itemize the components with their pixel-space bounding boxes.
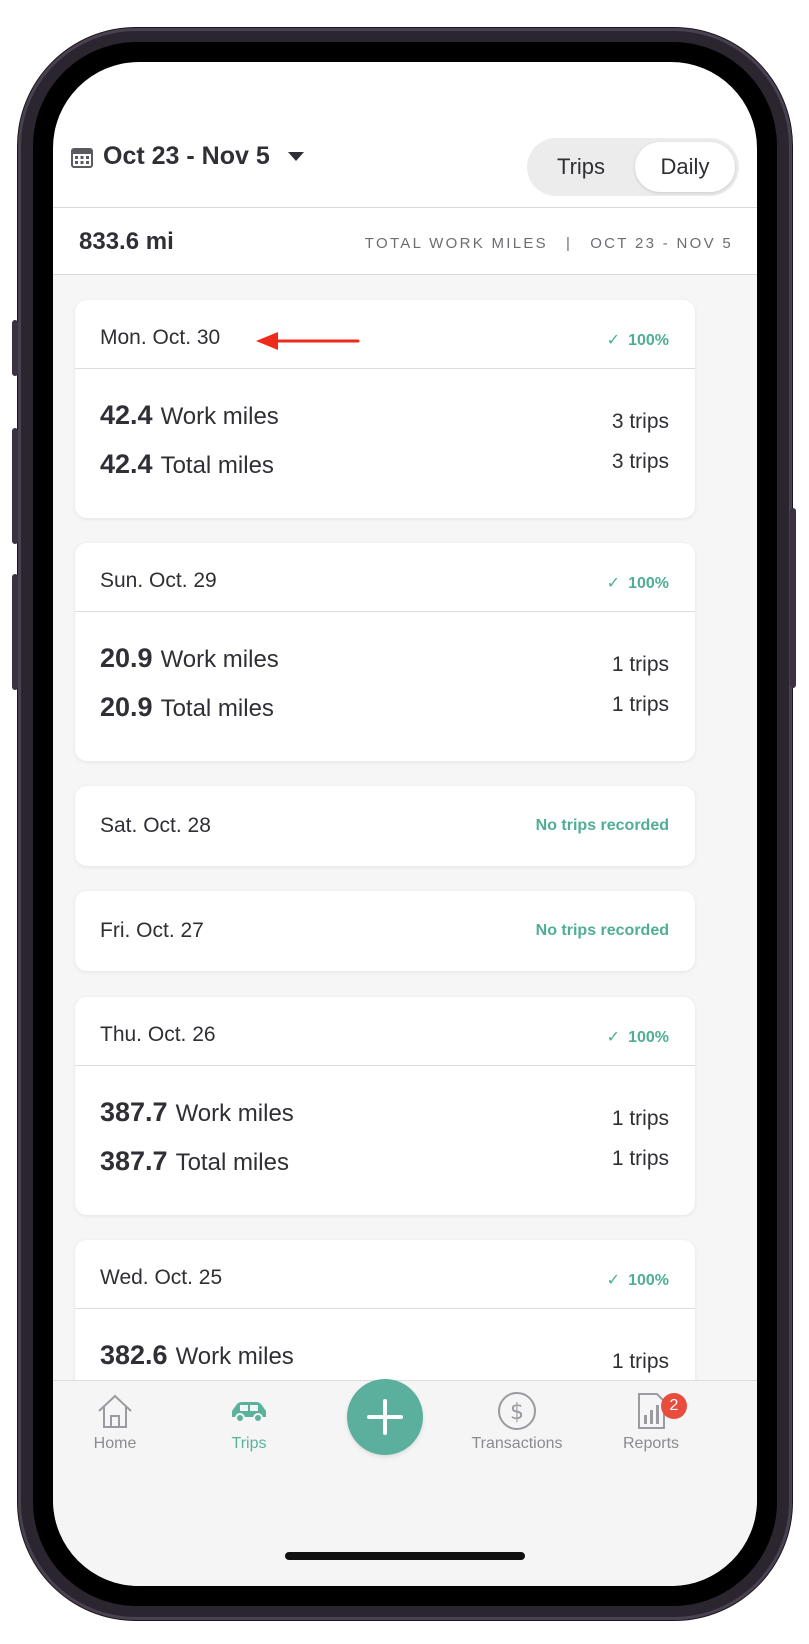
- day-card[interactable]: Mon. Oct. 30 ✓ 100% 42.4 Work miles 3 trip…: [75, 300, 695, 518]
- tab-trips-label: Trips: [231, 1435, 267, 1452]
- work-miles-row: 382.6 Work miles: [100, 1340, 294, 1370]
- check-icon: ✓: [606, 332, 621, 349]
- day-card[interactable]: Sat. Oct. 28 No trips recorded: [75, 786, 695, 866]
- no-trips-status: No trips recorded: [535, 817, 669, 834]
- work-percent: ✓ 100%: [606, 332, 669, 349]
- view-toggle: Trips Daily: [527, 138, 739, 196]
- tab-home-label: Home: [93, 1435, 137, 1452]
- work-trips-count: 1 trips: [611, 653, 669, 676]
- summary-title: TOTAL WORK MILES: [364, 235, 548, 252]
- day-label: Thu. Oct. 26: [100, 1023, 216, 1046]
- volume-down-button: [12, 574, 18, 690]
- day-card-header: Sat. Oct. 28 No trips recorded: [75, 786, 695, 866]
- total-work-miles-value: 833.6 mi: [79, 228, 174, 255]
- day-card[interactable]: Sun. Oct. 29 ✓ 100% 20.9 Work miles 1 trip…: [75, 543, 695, 761]
- day-card-header: Thu. Oct. 26 ✓ 100%: [75, 997, 695, 1066]
- day-card-header: Sun. Oct. 29 ✓ 100%: [75, 543, 695, 612]
- check-icon: ✓: [606, 575, 621, 592]
- no-trips-status: No trips recorded: [535, 922, 669, 939]
- day-label: Mon. Oct. 30: [100, 326, 221, 349]
- car-icon: [232, 1402, 266, 1423]
- check-icon: ✓: [606, 1029, 621, 1046]
- tab-reports-label: Reports: [622, 1435, 680, 1452]
- mute-switch: [12, 320, 18, 376]
- home-indicator[interactable]: [285, 1552, 525, 1560]
- volume-up-button: [12, 428, 18, 544]
- day-card[interactable]: Thu. Oct. 26 ✓ 100% 387.7 Work miles 1 tri…: [75, 997, 695, 1215]
- svg-text:$: $: [510, 1400, 524, 1425]
- summary-range: OCT 23 - NOV 5: [590, 235, 733, 252]
- reports-badge: 2: [661, 1393, 687, 1419]
- day-label: Sun. Oct. 29: [100, 569, 217, 592]
- tab-transactions-label: Transactions: [471, 1435, 563, 1452]
- chevron-down-icon: [287, 152, 304, 161]
- app-screen: Oct 23 - Nov 5 Trips Daily 833.6 mi TOTA…: [53, 62, 757, 1586]
- tab-trips[interactable]: Trips: [179, 1391, 319, 1453]
- work-trips-count: 1 trips: [611, 1350, 669, 1373]
- total-miles-row: 42.4 Total miles: [100, 449, 274, 479]
- dollar-icon: $: [498, 1392, 536, 1430]
- annotation-arrow-icon: [256, 332, 360, 350]
- tab-transactions[interactable]: $ Transactions: [447, 1391, 587, 1453]
- add-trip-button[interactable]: [347, 1379, 423, 1455]
- day-card-header: Wed. Oct. 25 ✓ 100%: [75, 1240, 695, 1309]
- work-miles-row: 20.9 Work miles: [100, 643, 279, 673]
- date-range-label: Oct 23 - Nov 5: [103, 142, 270, 170]
- work-trips-count: 3 trips: [611, 410, 669, 433]
- summary-label: TOTAL WORK MILES | OCT 23 - NOV 5: [365, 235, 733, 252]
- work-percent: ✓ 100%: [606, 575, 669, 592]
- day-label: Wed. Oct. 25: [100, 1266, 223, 1289]
- power-button: [790, 508, 796, 688]
- daily-list: Mon. Oct. 30 ✓ 100% 42.4 Work miles 3 trip…: [53, 275, 757, 1453]
- check-icon: ✓: [606, 1272, 621, 1289]
- work-miles-row: 42.4 Work miles: [100, 400, 279, 430]
- tab-home[interactable]: Home: [53, 1391, 185, 1453]
- total-trips-count: 1 trips: [611, 693, 669, 716]
- day-card-header: Fri. Oct. 27 No trips recorded: [75, 891, 695, 971]
- work-percent: ✓ 100%: [606, 1029, 669, 1046]
- summary-separator: |: [566, 235, 573, 252]
- toggle-daily[interactable]: Daily: [635, 142, 735, 192]
- summary-bar: 833.6 mi TOTAL WORK MILES | OCT 23 - NOV 5: [53, 208, 757, 274]
- date-range-selector[interactable]: Oct 23 - Nov 5: [71, 142, 304, 171]
- day-label: Fri. Oct. 27: [100, 919, 204, 942]
- day-card[interactable]: Fri. Oct. 27 No trips recorded: [75, 891, 695, 971]
- work-miles-row: 387.7 Work miles: [100, 1097, 294, 1127]
- home-icon: [98, 1394, 132, 1428]
- day-label: Sat. Oct. 28: [100, 814, 211, 837]
- work-percent: ✓ 100%: [606, 1272, 669, 1289]
- day-card-header: Mon. Oct. 30 ✓ 100%: [75, 300, 695, 369]
- total-miles-row: 20.9 Total miles: [100, 692, 274, 722]
- calendar-icon: [71, 147, 93, 168]
- toggle-trips[interactable]: Trips: [531, 142, 631, 192]
- total-trips-count: 3 trips: [611, 450, 669, 473]
- total-miles-row: 387.7 Total miles: [100, 1146, 289, 1176]
- total-trips-count: 1 trips: [611, 1147, 669, 1170]
- work-trips-count: 1 trips: [611, 1107, 669, 1130]
- tab-reports[interactable]: 2 Reports: [581, 1391, 721, 1453]
